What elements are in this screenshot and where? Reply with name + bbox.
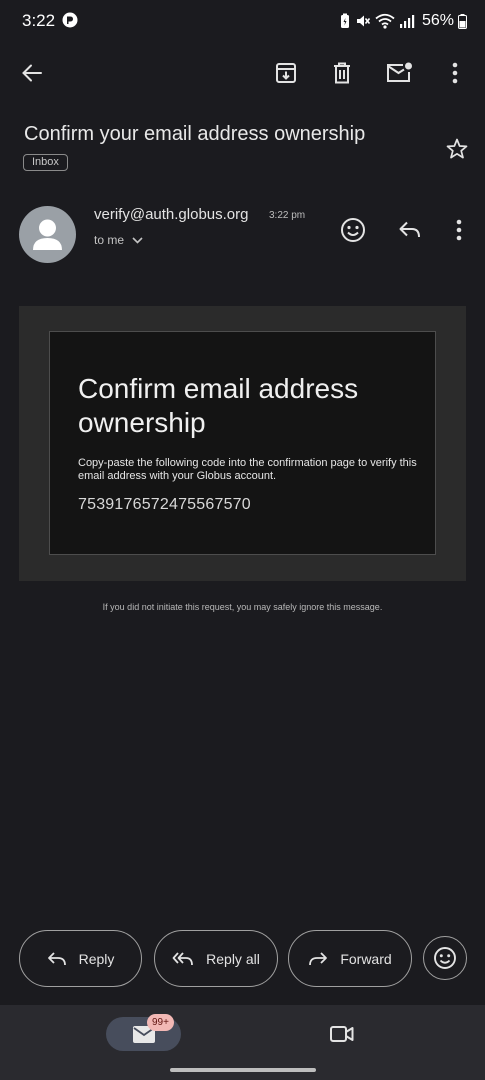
message-more-button[interactable] <box>441 212 477 248</box>
wifi-icon <box>375 13 395 29</box>
status-icons: 56% <box>339 10 467 32</box>
email-subject: Confirm your email address ownership <box>24 123 366 145</box>
forward-label: Forward <box>340 950 392 967</box>
recipient-details-toggle[interactable]: to me <box>94 233 143 247</box>
delete-icon <box>334 62 350 84</box>
reply-button[interactable]: Reply <box>19 930 142 987</box>
sender-address: verify@auth.globus.org <box>94 206 249 223</box>
reply-icon <box>47 951 66 965</box>
battery-icon <box>458 13 467 29</box>
email-screen: 3:22 56% Confirm your email address owne… <box>0 0 485 1080</box>
reply-all-button[interactable]: Reply all <box>154 930 278 987</box>
forward-button[interactable]: Forward <box>288 930 412 987</box>
mark-unread-icon <box>387 62 412 82</box>
recipient-label: to me <box>94 233 125 247</box>
video-camera-icon <box>330 1026 354 1042</box>
mute-icon <box>356 15 371 27</box>
chevron-down-icon <box>132 236 143 244</box>
quick-reply-button[interactable] <box>392 212 428 248</box>
back-arrow-icon <box>22 64 42 82</box>
bottom-navigation: 99+ <box>0 1005 485 1080</box>
inbox-label[interactable]: Inbox <box>23 154 68 171</box>
emoji-icon <box>341 218 365 242</box>
status-bar: 3:22 56% <box>0 0 485 44</box>
email-card: Confirm email address ownership Copy-pas… <box>49 331 436 555</box>
delete-button[interactable] <box>320 48 364 98</box>
signal-icon <box>399 15 415 28</box>
emoji-icon <box>434 947 456 969</box>
send-time: 3:22 pm <box>269 210 306 221</box>
app-notification-icon <box>62 12 78 28</box>
nav-meet-tab[interactable] <box>325 1019 359 1049</box>
mark-unread-button[interactable] <box>377 48 421 98</box>
email-heading: Confirm email address ownership <box>78 373 359 438</box>
back-button[interactable] <box>10 48 54 98</box>
more-vert-icon <box>452 62 458 84</box>
battery-saver-icon <box>340 13 349 28</box>
reply-icon <box>399 221 420 238</box>
archive-button[interactable] <box>264 48 308 98</box>
sender-avatar[interactable] <box>19 206 76 263</box>
reply-all-label: Reply all <box>206 950 260 967</box>
more-vert-icon <box>456 219 462 241</box>
star-button[interactable] <box>440 132 474 166</box>
verification-code[interactable]: 7539176572475567570 <box>78 496 251 514</box>
reply-label: Reply <box>78 950 115 967</box>
archive-icon <box>276 63 296 83</box>
status-time: 3:22 <box>22 11 56 30</box>
unread-count-badge: 99+ <box>147 1014 174 1031</box>
star-icon <box>446 138 468 159</box>
home-indicator[interactable] <box>170 1068 316 1072</box>
add-reaction-button[interactable] <box>423 936 467 980</box>
person-icon <box>33 219 62 250</box>
email-toolbar <box>0 48 485 98</box>
forward-icon <box>309 951 328 965</box>
more-options-button[interactable] <box>433 48 477 98</box>
battery-percentage: 56% <box>421 12 454 29</box>
reply-all-icon <box>172 951 194 965</box>
email-description: Copy-paste the following code into the c… <box>78 457 417 482</box>
react-emoji-button[interactable] <box>335 212 371 248</box>
email-footer-note: If you did not initiate this request, yo… <box>102 602 383 612</box>
